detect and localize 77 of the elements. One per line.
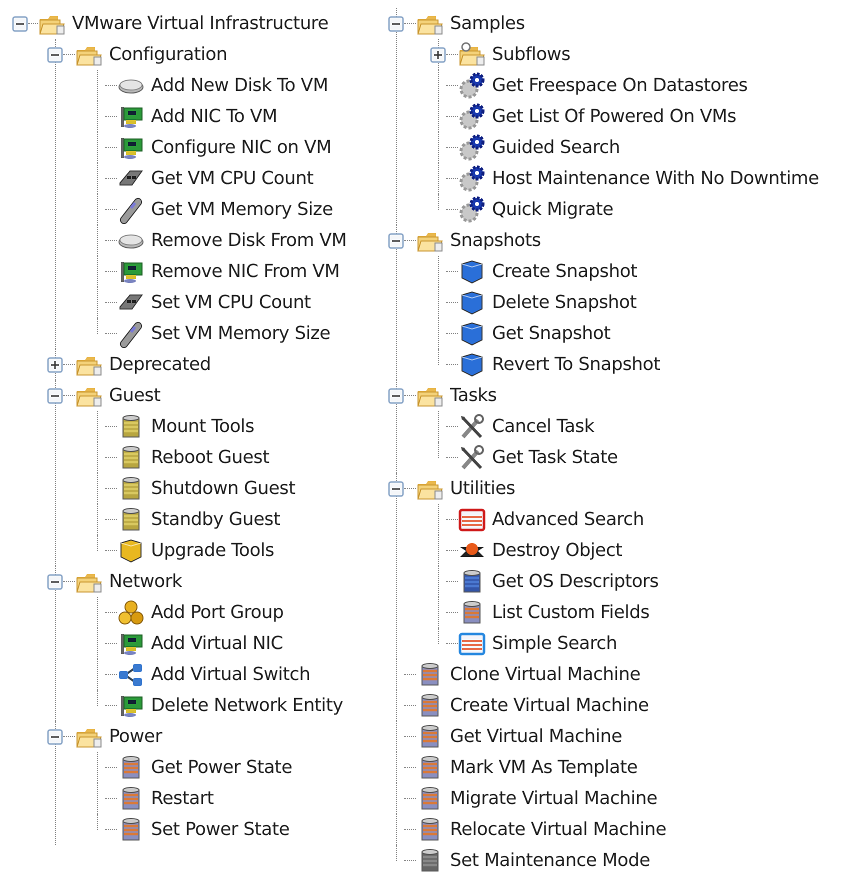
- tree-item[interactable]: Get Freespace On Datastores: [492, 75, 748, 96]
- tree-item[interactable]: VMware Virtual Infrastructure: [72, 13, 328, 34]
- tree-item[interactable]: Mount Tools: [151, 416, 254, 437]
- tree-item[interactable]: Upgrade Tools: [151, 540, 274, 561]
- tree-item[interactable]: Shutdown Guest: [151, 478, 296, 499]
- tree-item[interactable]: Quick Migrate: [492, 199, 614, 220]
- tree-item[interactable]: Get Power State: [151, 757, 292, 778]
- tree-item[interactable]: Set Maintenance Mode: [450, 850, 650, 871]
- tree-item[interactable]: Get Task State: [492, 447, 618, 468]
- collapse-toggle[interactable]: [388, 232, 404, 248]
- collapse-toggle[interactable]: [47, 728, 63, 744]
- tree-item[interactable]: Reboot Guest: [151, 447, 270, 468]
- group-icon: [117, 598, 145, 626]
- tree-item[interactable]: Delete Network Entity: [151, 695, 343, 716]
- collapse-toggle[interactable]: [388, 480, 404, 496]
- tree-item[interactable]: Snapshots: [450, 230, 541, 251]
- tree-item[interactable]: Tasks: [450, 385, 497, 406]
- wrench-icon: [458, 444, 486, 472]
- tree-item[interactable]: Get Virtual Machine: [450, 726, 622, 747]
- tree-item[interactable]: Guided Search: [492, 137, 620, 158]
- tree-item[interactable]: Set VM CPU Count: [151, 292, 311, 313]
- tree-item[interactable]: Remove NIC From VM: [151, 261, 340, 282]
- tree-item[interactable]: Utilities: [450, 478, 516, 499]
- collapse-toggle[interactable]: [47, 574, 63, 590]
- tree-item[interactable]: Mark VM As Template: [450, 757, 638, 778]
- tree-item[interactable]: Simple Search: [492, 633, 618, 654]
- tree-item[interactable]: Advanced Search: [492, 509, 644, 530]
- tree-item[interactable]: Destroy Object: [492, 540, 622, 561]
- tree-item[interactable]: Add Port Group: [151, 602, 284, 623]
- tree-item[interactable]: Get List Of Powered On VMs: [492, 106, 736, 127]
- tree-item[interactable]: Host Maintenance With No Downtime: [492, 168, 819, 189]
- tree-item[interactable]: Set Power State: [151, 819, 290, 840]
- tree-item[interactable]: List Custom Fields: [492, 602, 650, 623]
- tree-item[interactable]: Remove Disk From VM: [151, 230, 347, 251]
- tree-item[interactable]: Get VM CPU Count: [151, 168, 314, 189]
- tree-item[interactable]: Create Virtual Machine: [450, 695, 649, 716]
- tree-item[interactable]: Configure NIC on VM: [151, 137, 332, 158]
- gear-icon: [458, 102, 486, 130]
- tree-item[interactable]: Delete Snapshot: [492, 292, 637, 313]
- gear-icon: [458, 72, 486, 100]
- expand-toggle[interactable]: [430, 46, 446, 62]
- tree-item[interactable]: Deprecated: [109, 354, 211, 375]
- search-folder-icon: [458, 40, 486, 68]
- collapse-toggle[interactable]: [47, 46, 63, 62]
- tree-item[interactable]: Revert To Snapshot: [492, 354, 660, 375]
- tree-item[interactable]: Set VM Memory Size: [151, 323, 330, 344]
- memory-stick-icon: [117, 320, 145, 348]
- tree-item[interactable]: Standby Guest: [151, 509, 280, 530]
- tree-item[interactable]: Configuration: [109, 44, 228, 65]
- tree-item[interactable]: Relocate Virtual Machine: [450, 819, 666, 840]
- tree-item[interactable]: Guest: [109, 385, 160, 406]
- tree-item[interactable]: Migrate Virtual Machine: [450, 788, 658, 809]
- tree-item[interactable]: Restart: [151, 788, 214, 809]
- tree-item[interactable]: Create Snapshot: [492, 261, 638, 282]
- tree-item[interactable]: Power: [109, 726, 162, 747]
- tree-item[interactable]: Add New Disk To VM: [151, 75, 328, 96]
- gear-icon: [458, 164, 486, 192]
- gear-icon: [458, 196, 486, 224]
- tree-item[interactable]: Get Snapshot: [492, 323, 610, 344]
- tree-item[interactable]: Get OS Descriptors: [492, 571, 659, 592]
- tree-item[interactable]: Get VM Memory Size: [151, 199, 333, 220]
- tree-item[interactable]: Samples: [450, 13, 525, 34]
- tree-item[interactable]: Add Virtual Switch: [151, 664, 310, 685]
- collapse-toggle[interactable]: [47, 388, 63, 404]
- expand-toggle[interactable]: [47, 356, 63, 372]
- tree-item[interactable]: Subflows: [492, 44, 570, 65]
- tree-item[interactable]: Clone Virtual Machine: [450, 664, 640, 685]
- gear-icon: [458, 134, 486, 162]
- collapse-toggle[interactable]: [388, 388, 404, 404]
- tree-item[interactable]: Network: [109, 571, 182, 592]
- collapse-toggle[interactable]: [388, 16, 404, 32]
- memory-stick-icon: [117, 196, 145, 224]
- tree-item[interactable]: Cancel Task: [492, 416, 594, 437]
- wrench-icon: [458, 412, 486, 440]
- collapse-toggle[interactable]: [12, 16, 28, 32]
- tree-item[interactable]: Add Virtual NIC: [151, 633, 283, 654]
- tree-item[interactable]: Add NIC To VM: [151, 106, 278, 127]
